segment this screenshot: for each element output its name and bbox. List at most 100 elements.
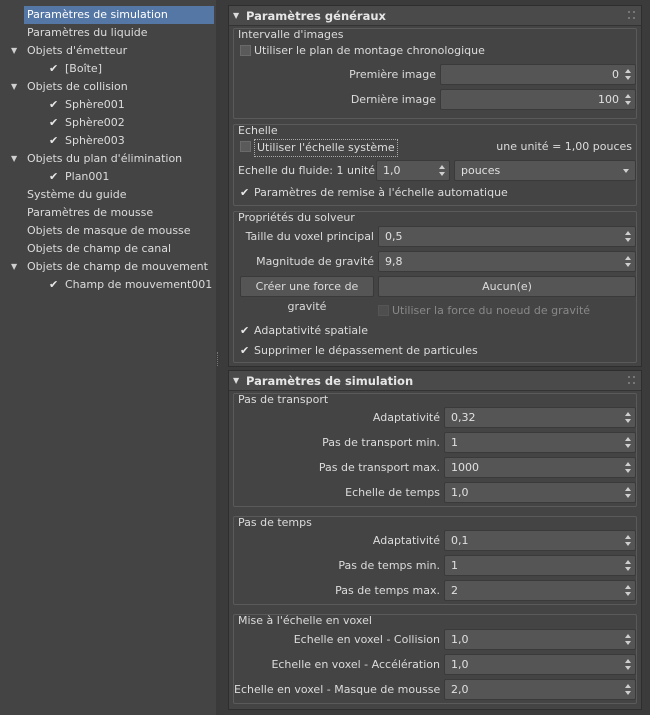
tree-item[interactable]: Objets de champ de mouvement xyxy=(24,258,214,276)
first-frame-spinner[interactable]: 0 xyxy=(440,64,636,85)
voxel-size-spinner[interactable]: 0,5 xyxy=(378,226,636,247)
last-frame-spinner[interactable]: 100 xyxy=(440,89,636,110)
drag-grip-icon[interactable] xyxy=(628,376,635,384)
checkmark-icon[interactable]: ✔ xyxy=(49,276,61,294)
checkmark-icon[interactable]: ✔ xyxy=(49,96,61,114)
tree-item[interactable]: Objets de masque de mousse xyxy=(24,222,214,240)
spinner-value: 0 xyxy=(612,68,619,81)
spinner-arrows-icon[interactable] xyxy=(625,584,631,598)
voxel-acceleration-spinner[interactable]: 1,0 xyxy=(444,654,636,675)
spinner-value: 0,32 xyxy=(451,411,476,424)
voxel-scale-group: Mise à l'échelle en voxel Echelle en vox… xyxy=(233,614,637,704)
group-label: Pas de transport xyxy=(238,393,329,406)
general-settings-header[interactable]: ▼ Paramètres généraux xyxy=(229,6,641,26)
fluid-scale-spinner[interactable]: 1,0 xyxy=(376,160,450,181)
checkbox-box[interactable] xyxy=(240,45,251,56)
tree-item[interactable]: Objets de collision xyxy=(24,78,214,96)
spinner-arrows-icon[interactable] xyxy=(625,255,631,269)
expand-arrow-icon[interactable]: ▼ xyxy=(11,258,21,276)
tree-item[interactable]: Objets d'émetteur xyxy=(24,42,214,60)
tree-item[interactable]: Champ de mouvement001 xyxy=(62,276,214,294)
auto-rescale-checkbox[interactable]: ✔ Paramètres de remise à l'échelle autom… xyxy=(240,182,540,204)
spinner-arrows-icon[interactable] xyxy=(625,559,631,573)
transport-min-spinner[interactable]: 1 xyxy=(444,432,636,453)
gravity-magnitude-spinner[interactable]: 9,8 xyxy=(378,251,636,272)
expand-arrow-icon[interactable]: ▼ xyxy=(11,150,21,168)
group-label: Propriétés du solveur xyxy=(238,211,355,224)
spatial-adaptivity-checkbox[interactable]: ✔ Adaptativité spatiale xyxy=(240,320,540,342)
spinner-value: 1 xyxy=(451,436,458,449)
expand-arrow-icon[interactable]: ▼ xyxy=(11,42,21,60)
spinner-arrows-icon[interactable] xyxy=(625,683,631,697)
spinner-arrows-icon[interactable] xyxy=(625,461,631,475)
splitter-grip[interactable] xyxy=(217,352,219,366)
tree-item-label: [Boîte] xyxy=(65,62,102,75)
time-max-spinner[interactable]: 2 xyxy=(444,580,636,601)
spinner-arrows-icon[interactable] xyxy=(625,68,631,82)
tree-item[interactable]: Paramètres de simulation xyxy=(24,6,214,24)
tree-item[interactable]: Objets du plan d'élimination xyxy=(24,150,214,168)
transport-step-group: Pas de transport Adaptativité 0,32 Pas d… xyxy=(233,393,637,507)
spinner-arrows-icon[interactable] xyxy=(625,486,631,500)
transport-adaptivity-spinner[interactable]: 0,32 xyxy=(444,407,636,428)
create-gravity-force-button[interactable]: Créer une force de gravité xyxy=(240,276,374,313)
checkmark-icon[interactable]: ✔ xyxy=(49,60,61,78)
gravity-node-picker-button[interactable]: Aucun(e) xyxy=(378,276,636,297)
spinner-value: 1,0 xyxy=(451,658,469,671)
tree-item[interactable]: Paramètres de mousse xyxy=(24,204,214,222)
simulation-settings-rollout: ▼ Paramètres de simulation Pas de transp… xyxy=(228,370,642,710)
time-adaptivity-spinner[interactable]: 0,1 xyxy=(444,530,636,551)
tree-item[interactable]: Plan001 xyxy=(62,168,214,186)
spinner-arrows-icon[interactable] xyxy=(439,164,445,178)
spinner-arrows-icon[interactable] xyxy=(625,93,631,107)
fluid-scale-label: Echelle du fluide: 1 unité = xyxy=(238,164,388,177)
unit-info-label: une unité = 1,00 pouces xyxy=(496,140,632,153)
spinner-arrows-icon[interactable] xyxy=(625,633,631,647)
tree-item[interactable]: Sphère001 xyxy=(62,96,214,114)
tree-item-label: Objets de champ de mouvement xyxy=(27,260,208,273)
transport-adaptivity-label: Adaptativité xyxy=(372,411,440,424)
checkbox-label: Utiliser l'échelle système xyxy=(254,139,398,157)
checkmark-icon[interactable]: ✔ xyxy=(240,187,251,198)
simulation-settings-header[interactable]: ▼ Paramètres de simulation xyxy=(229,371,641,391)
time-min-spinner[interactable]: 1 xyxy=(444,555,636,576)
checkmark-icon[interactable]: ✔ xyxy=(49,168,61,186)
tree-item[interactable]: Sphère003 xyxy=(62,132,214,150)
checkbox-label: Adaptativité spatiale xyxy=(254,324,368,337)
use-timeline-checkbox[interactable]: Utiliser le plan de montage chronologiqu… xyxy=(240,40,540,62)
tree-item-label: Champ de mouvement001 xyxy=(65,278,213,291)
tree-item[interactable]: Paramètres du liquide xyxy=(24,24,214,42)
voxel-collision-spinner[interactable]: 1,0 xyxy=(444,629,636,650)
parameters-panel: ▼ Paramètres généraux Intervalle d'image… xyxy=(220,0,650,715)
checkmark-icon[interactable]: ✔ xyxy=(49,132,61,150)
spinner-arrows-icon[interactable] xyxy=(625,534,631,548)
tree-item[interactable]: Objets de champ de canal xyxy=(24,240,214,258)
transport-max-spinner[interactable]: 1000 xyxy=(444,457,636,478)
checkbox-box[interactable] xyxy=(240,141,251,152)
voxel-foam-mask-spinner[interactable]: 2,0 xyxy=(444,679,636,700)
voxel-size-label: Taille du voxel principal xyxy=(245,230,374,243)
checkmark-icon[interactable]: ✔ xyxy=(49,114,61,132)
dropdown-value: pouces xyxy=(461,164,501,177)
spinner-arrows-icon[interactable] xyxy=(625,436,631,450)
spinner-arrows-icon[interactable] xyxy=(625,411,631,425)
checkmark-icon[interactable]: ✔ xyxy=(240,325,251,336)
unit-dropdown[interactable]: pouces xyxy=(454,160,636,181)
tree-item[interactable]: [Boîte] xyxy=(62,60,214,78)
tree-item-label: Sphère003 xyxy=(65,134,125,147)
time-adaptivity-label: Adaptativité xyxy=(372,534,440,547)
checkmark-icon[interactable]: ✔ xyxy=(240,345,251,356)
checkbox-box[interactable] xyxy=(378,305,389,316)
drag-grip-icon[interactable] xyxy=(628,11,635,19)
remove-overshoot-checkbox[interactable]: ✔ Supprimer le dépassement de particules xyxy=(240,340,540,362)
timescale-spinner[interactable]: 1,0 xyxy=(444,482,636,503)
tree-item[interactable]: Sphère002 xyxy=(62,114,214,132)
checkbox-label: Supprimer le dépassement de particules xyxy=(254,344,478,357)
solver-properties-group: Propriétés du solveur Taille du voxel pr… xyxy=(233,211,637,363)
spinner-arrows-icon[interactable] xyxy=(625,658,631,672)
use-system-scale-checkbox[interactable]: Utiliser l'échelle système xyxy=(240,136,440,158)
spinner-arrows-icon[interactable] xyxy=(625,230,631,244)
tree-item[interactable]: Système du guide xyxy=(24,186,214,204)
expand-arrow-icon[interactable]: ▼ xyxy=(11,78,21,96)
use-gravity-node-force-checkbox[interactable]: Utiliser la force du noeud de gravité xyxy=(378,300,636,322)
